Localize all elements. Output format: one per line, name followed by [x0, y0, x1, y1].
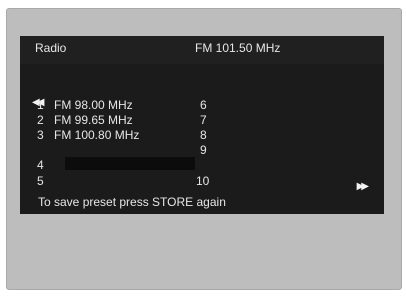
preset-number: 4 [37, 158, 44, 172]
skip-forward-icon[interactable]: ▶▶ [357, 180, 370, 194]
preset-number: 10 [196, 174, 210, 188]
current-frequency: FM 101.50 MHz [195, 41, 281, 55]
preset-label: FM 98.00 MHz [54, 98, 133, 112]
preset-number: 6 [200, 98, 207, 112]
preset-number: 9 [200, 143, 207, 157]
preset-number: 8 [200, 128, 207, 142]
preset-number: 7 [200, 113, 207, 127]
preset-number: 3 [37, 128, 44, 142]
store-hint: To save preset press STORE again [38, 195, 226, 209]
radio-screen: Radio FM 101.50 MHz ◀◀ 1 FM 98.00 MHz 2 … [20, 36, 384, 214]
preset-number: 5 [37, 174, 44, 188]
preset-label: FM 99.65 MHz [54, 113, 133, 127]
selected-empty-preset-highlight [65, 157, 195, 170]
preset-number: 2 [37, 113, 44, 127]
preset-label: FM 100.80 MHz [54, 128, 140, 142]
preset-number: 1 [37, 98, 44, 112]
app-title: Radio [35, 41, 67, 55]
